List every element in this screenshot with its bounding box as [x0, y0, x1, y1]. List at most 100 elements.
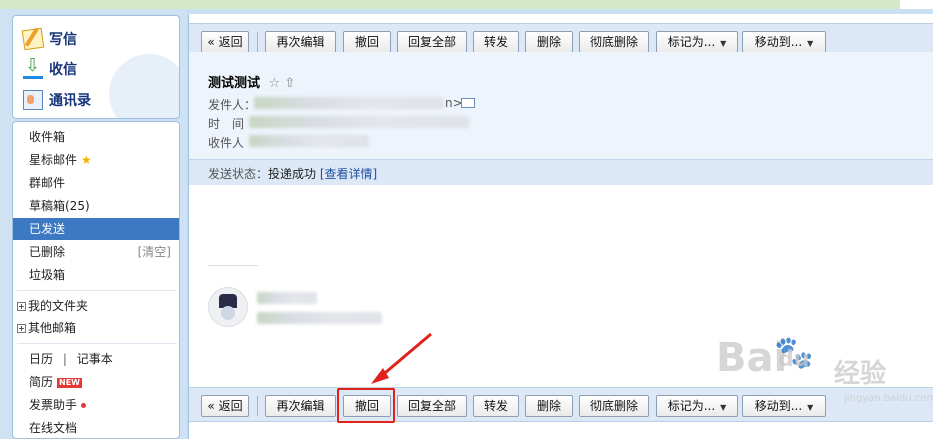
time-label: 时 间	[208, 117, 245, 131]
recall-button[interactable]: 撤回	[343, 31, 391, 53]
delete-button[interactable]: 删除	[525, 395, 573, 417]
left-sidebar: 写信 收信 通讯录 收件箱 星标邮件★ 群邮件 草稿箱(25) 已发送 已删除 […	[0, 9, 186, 439]
folder-spam-label: 垃圾箱	[29, 268, 66, 282]
qq-penguin-watermark	[109, 54, 179, 118]
mark-as-label: 标记为...	[667, 35, 716, 49]
signature-avatar	[208, 287, 248, 327]
move-to-label: 移动到...	[754, 35, 803, 49]
invoice-assistant-link[interactable]: 发票助手	[13, 394, 179, 416]
receive-mail-label: 收信	[49, 62, 77, 78]
back-button[interactable]: « 返回	[201, 31, 249, 53]
forward-button[interactable]: 转发	[473, 395, 519, 417]
write-mail-button[interactable]: 写信	[21, 27, 77, 51]
online-docs-link[interactable]: 在线文档	[13, 417, 179, 438]
resume-label: 简历	[29, 375, 54, 389]
address-book-label: 通讯录	[49, 93, 91, 109]
folder-sent[interactable]: 已发送	[13, 218, 179, 240]
signature-info-redacted	[257, 312, 382, 324]
empty-trash-link[interactable]: [清空]	[138, 241, 171, 263]
dropdown-arrow-icon: ▼	[720, 403, 727, 412]
back-button[interactable]: « 返回	[201, 395, 249, 417]
address-book-icon	[23, 90, 43, 110]
move-to-dropdown[interactable]: 移动到... ▼	[742, 395, 826, 417]
permanent-delete-button[interactable]: 彻底删除	[579, 31, 649, 53]
mark-as-dropdown[interactable]: 标记为... ▼	[656, 31, 738, 53]
compose-panel: 写信 收信 通讯录	[12, 15, 180, 119]
time-value-redacted	[249, 116, 469, 128]
forward-button[interactable]: 转发	[473, 31, 519, 53]
move-to-dropdown[interactable]: 移动到... ▼	[742, 31, 826, 53]
folder-deleted-label: 已删除	[29, 245, 66, 259]
mail-header: 测试测试 ☆ ⇧ 发件人： n> 时 间 收件人	[189, 52, 933, 161]
folder-inbox[interactable]: 收件箱	[13, 126, 179, 148]
dropdown-arrow-icon: ▼	[720, 39, 727, 48]
toolbar-separator	[257, 32, 258, 52]
folder-list: 收件箱 星标邮件 ★ 群邮件 草稿箱(25) 已发送 已删除 [清空] 垃圾箱 我的…	[12, 121, 180, 439]
other-mailboxes-toggle[interactable]: 其他邮箱	[13, 317, 179, 339]
mail-subject: 测试测试 ☆ ⇧	[208, 72, 295, 91]
delivery-status: 发送状态：投递成功 [查看详情]	[208, 165, 377, 182]
reply-all-button[interactable]: 回复全部	[397, 31, 467, 53]
pencil-icon	[21, 27, 45, 51]
resume-link[interactable]: 简历 NEW	[13, 371, 179, 393]
notes-link[interactable]: 记事本	[77, 352, 113, 366]
address-book-button[interactable]: 通讯录	[23, 88, 91, 112]
folder-starred[interactable]: 星标邮件 ★	[13, 149, 179, 171]
sender-address-redacted	[254, 97, 444, 109]
recall-highlight-box	[337, 388, 395, 423]
top-banner-edge	[900, 0, 933, 9]
sender-label: 发件人：	[208, 98, 257, 112]
star-icon: ★	[81, 153, 92, 167]
write-mail-label: 写信	[49, 32, 77, 48]
folder-divider	[17, 343, 177, 344]
permanent-delete-button[interactable]: 彻底删除	[579, 395, 649, 417]
receive-mail-button[interactable]: 收信	[23, 55, 77, 81]
signature-name-redacted	[257, 292, 317, 304]
invoice-label: 发票助手	[29, 398, 78, 412]
folder-drafts[interactable]: 草稿箱(25)	[13, 195, 179, 217]
folder-inbox-label: 收件箱	[29, 130, 66, 144]
folder-group-label: 群邮件	[29, 176, 66, 190]
move-to-label: 移动到...	[754, 399, 803, 413]
recipient-value-redacted	[249, 135, 369, 147]
my-folders-label: 我的文件夹	[28, 299, 89, 313]
mail-subject-text: 测试测试	[208, 76, 261, 91]
delete-button[interactable]: 删除	[525, 31, 573, 53]
my-folders-toggle[interactable]: 我的文件夹	[13, 295, 179, 317]
folder-sent-label: 已发送	[29, 222, 66, 236]
link-separator: |	[62, 352, 67, 366]
view-details-link[interactable]: [查看详情]	[320, 167, 377, 181]
inbox-download-icon	[23, 55, 43, 79]
reedit-button[interactable]: 再次编辑	[265, 31, 336, 53]
mail-read-panel: « 返回 再次编辑 撤回 回复全部 转发 删除 彻底删除 标记为... ▼ 移动到…	[188, 14, 933, 439]
folder-spam[interactable]: 垃圾箱	[13, 264, 179, 286]
status-value: 投递成功	[268, 167, 317, 181]
toolbar-separator	[257, 396, 258, 416]
folder-drafts-label: 草稿箱(25)	[29, 199, 90, 213]
expand-plus-icon	[17, 302, 26, 311]
other-mailboxes-label: 其他邮箱	[28, 321, 77, 335]
new-badge: NEW	[57, 377, 82, 388]
delivery-status-bar: 发送状态：投递成功 [查看详情]	[189, 159, 933, 185]
tools-calendar-notes: 日历 | 记事本	[13, 348, 179, 370]
expand-plus-icon	[17, 324, 26, 333]
status-label: 发送状态：	[208, 167, 269, 181]
folder-starred-label: 星标邮件	[29, 153, 78, 167]
recipient-label: 收件人	[208, 136, 245, 150]
dropdown-arrow-icon: ▼	[807, 39, 814, 48]
red-annotation-arrow	[371, 332, 432, 384]
bottom-toolbar: « 返回 再次编辑 撤回 回复全部 转发 删除 彻底删除 标记为... ▼ 移动到…	[189, 387, 933, 423]
calendar-link[interactable]: 日历	[29, 352, 53, 366]
folder-deleted[interactable]: 已删除 [清空]	[13, 241, 179, 263]
folder-group-mail[interactable]: 群邮件	[13, 172, 179, 194]
signature-divider	[208, 265, 258, 266]
dropdown-arrow-icon: ▼	[807, 403, 814, 412]
online-docs-label: 在线文档	[29, 421, 78, 435]
contact-card-icon[interactable]	[461, 98, 475, 108]
star-mark-icon[interactable]: ☆ ⇧	[269, 76, 296, 91]
reedit-button[interactable]: 再次编辑	[265, 395, 336, 417]
mark-as-label: 标记为...	[667, 399, 716, 413]
top-banner-strip	[0, 0, 900, 9]
reply-all-button[interactable]: 回复全部	[397, 395, 467, 417]
mark-as-dropdown[interactable]: 标记为... ▼	[656, 395, 738, 417]
